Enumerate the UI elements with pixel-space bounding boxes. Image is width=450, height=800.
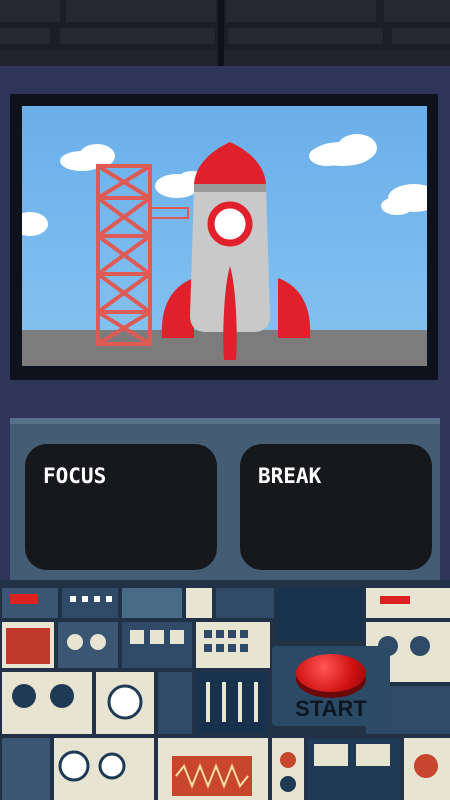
start-button[interactable]: START (272, 646, 390, 726)
launch-screen (22, 106, 427, 366)
cloud (22, 212, 48, 236)
start-label: START (295, 696, 367, 721)
focus-label: FOCUS (43, 464, 107, 488)
console-module (2, 738, 450, 800)
start-button-cap[interactable] (296, 654, 366, 692)
ceiling-grid (0, 0, 450, 66)
cloud (381, 184, 427, 215)
focus-panel[interactable]: FOCUS (25, 444, 217, 570)
break-panel[interactable]: BREAK (240, 444, 432, 570)
cloud (309, 134, 377, 166)
break-label: BREAK (258, 464, 322, 488)
